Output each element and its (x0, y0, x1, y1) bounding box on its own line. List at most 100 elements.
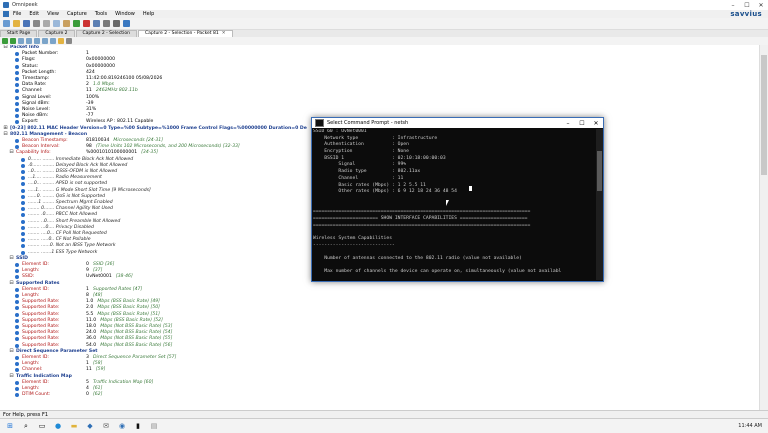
field-row[interactable]: Signal Level: 100% (0, 95, 760, 101)
command-prompt-window[interactable]: Select Command Prompt - netsh – ☐ ✕ SSID… (311, 117, 604, 282)
stop-capture-icon[interactable] (83, 20, 90, 27)
cmd-line: Max number of channels the device can op… (313, 269, 562, 275)
start-menu-icon[interactable]: ⊞ (4, 420, 16, 432)
field-value-text: -39 (86, 100, 94, 106)
filter-icon[interactable] (93, 20, 100, 27)
collapse-icon[interactable]: ⊟ (3, 131, 8, 137)
help-icon[interactable] (123, 20, 130, 27)
search-icon[interactable]: ⌕ (20, 420, 32, 432)
field-row[interactable]: DTIM Count: 0 [62] (0, 392, 760, 398)
expand-all-icon[interactable] (18, 38, 24, 44)
save-icon[interactable] (23, 20, 30, 27)
tab-capture-2[interactable]: Capture 2 (38, 30, 75, 37)
field-note: [37] (92, 268, 103, 274)
decode-icon[interactable] (34, 38, 40, 44)
hex-view-icon[interactable] (42, 38, 48, 44)
taskbar-clock[interactable]: 11:44 AM (738, 423, 762, 429)
copy-packet-icon[interactable] (58, 38, 64, 44)
field-row[interactable]: Status: 0x00000000 (0, 64, 760, 70)
text-view-icon[interactable] (50, 38, 56, 44)
field-row[interactable]: Element ID: 1 Supported Rates [47] (0, 287, 760, 293)
terminal-task-icon[interactable]: ▮ (132, 420, 144, 432)
field-row[interactable]: Channel: 11 [59] (0, 367, 760, 373)
tree-scrollbar[interactable] (759, 45, 768, 410)
tab-packet-81[interactable]: Capture 2 - Selection - Packet 81 ✕ (137, 30, 233, 37)
omnipeek-task-icon[interactable]: ◉ (116, 420, 128, 432)
field-note: Traffic Indication Map [60] (92, 379, 154, 385)
tab-capture-2-selection[interactable]: Capture 2 - Selection (75, 30, 137, 37)
menu-capture[interactable]: Capture (63, 11, 91, 17)
collapse-icon[interactable]: ⊟ (3, 45, 8, 50)
field-row[interactable]: Length: 1 [58] (0, 361, 760, 367)
field-value-text: 2.0 (86, 305, 94, 311)
field-row[interactable]: Supported Rate: 5.5 Mbps (BSS Basic Rate) … (0, 312, 760, 318)
field-label: .0...... ........ Delayed Block Ack Not … (28, 162, 128, 168)
menu-tools[interactable]: Tools (91, 11, 111, 17)
collapse-icon[interactable]: ⊟ (9, 348, 14, 354)
field-value: 54.0 Mbps (Not BSS Basic Rate) [56] (86, 343, 172, 349)
task-view-icon[interactable]: ▭ (36, 420, 48, 432)
cmd-output[interactable]: SSID 60 : UvNet0001 Network type : Infra… (313, 129, 595, 280)
find-icon[interactable] (103, 20, 110, 27)
file-explorer-icon[interactable]: ▬ (68, 420, 80, 432)
menu-edit[interactable]: Edit (25, 11, 43, 17)
maximize-button[interactable]: ☐ (740, 2, 754, 9)
copy-icon[interactable] (53, 20, 60, 27)
tree-node[interactable]: ⊟ Packet Info (0, 45, 760, 51)
field-row[interactable]: Flags: 0x00000000 (0, 57, 760, 63)
open-icon[interactable] (13, 20, 20, 27)
field-row[interactable]: Signal dBm: -39 (0, 101, 760, 107)
menu-view[interactable]: View (43, 11, 63, 17)
cut-icon[interactable] (43, 20, 50, 27)
field-row[interactable]: Supported Rate: 36.0 Mbps (Not BSS Basic R… (0, 336, 760, 342)
field-row[interactable]: Length: 4 [61] (0, 386, 760, 392)
collapse-icon[interactable]: ⊟ (9, 150, 14, 155)
cmd-title-bar[interactable]: Select Command Prompt - netsh – ☐ ✕ (312, 118, 603, 128)
field-value-text: 11:42:00.819246100 05/08/2026 (86, 76, 163, 81)
mail-icon[interactable]: ✉ (100, 420, 112, 432)
field-icon (21, 219, 25, 224)
field-value-text: 2 (86, 82, 89, 88)
notes-task-icon[interactable]: ▤ (148, 420, 160, 432)
new-capture-icon[interactable] (3, 20, 10, 27)
tree-node[interactable]: ⊟ Direct Sequence Parameter Set (0, 348, 760, 355)
menu-help[interactable]: Help (139, 11, 158, 17)
field-row[interactable]: Element ID: 5 Traffic Indication Map [60] (0, 380, 760, 386)
print-icon[interactable] (33, 20, 40, 27)
cmd-minimize-button[interactable]: – (561, 120, 575, 127)
field-row[interactable]: Packet Length: 424 (0, 70, 760, 76)
paste-icon[interactable] (63, 20, 70, 27)
close-button[interactable]: ✕ (754, 2, 768, 9)
collapse-all-icon[interactable] (26, 38, 32, 44)
collapse-icon[interactable]: ⊟ (9, 373, 14, 379)
collapse-icon[interactable]: ⊟ (9, 280, 14, 286)
edge-browser-icon[interactable]: ● (52, 420, 64, 432)
print-packet-icon[interactable] (66, 38, 72, 44)
field-value-text: 3 (86, 355, 89, 360)
minimize-button[interactable]: – (726, 2, 740, 9)
expand-icon[interactable]: ⊞ (3, 125, 8, 131)
cmd-maximize-button[interactable]: ☐ (575, 120, 589, 127)
field-row[interactable]: Noise Level: 31% (0, 107, 760, 113)
tree-scrollbar-thumb[interactable] (761, 55, 767, 175)
back-icon[interactable] (2, 38, 8, 44)
start-capture-icon[interactable] (73, 20, 80, 27)
forward-icon[interactable] (10, 38, 16, 44)
field-row[interactable]: Supported Rate: 54.0 Mbps (Not BSS Basic R… (0, 343, 760, 349)
field-row[interactable]: Channel: 11 2462MHz 802.11b (0, 88, 760, 94)
cmd-close-button[interactable]: ✕ (589, 120, 603, 127)
settings-icon[interactable] (113, 20, 120, 27)
tab-start-page[interactable]: Start Page (0, 30, 38, 37)
field-row[interactable]: Timestamp: 11:42:00.819246100 05/08/2026 (0, 76, 760, 82)
app-pinned-icon[interactable]: ◆ (84, 420, 96, 432)
cmd-scrollbar-thumb[interactable] (597, 151, 602, 191)
field-row[interactable]: Element ID: 3 Direct Sequence Parameter Se… (0, 355, 760, 361)
tree-node[interactable]: ⊟ Traffic Indication Map (0, 373, 760, 380)
collapse-icon[interactable]: ⊟ (9, 255, 14, 261)
menu-file[interactable]: File (9, 11, 25, 17)
field-row[interactable]: Supported Rate: 11.0 Mbps (BSS Basic Rate)… (0, 318, 760, 324)
field-value: 1 Supported Rates [47] (86, 287, 142, 293)
field-row[interactable]: Supported Rate: 2.0 Mbps (BSS Basic Rate) … (0, 305, 760, 311)
menu-window[interactable]: Window (111, 11, 139, 17)
cmd-scrollbar[interactable] (596, 129, 603, 280)
